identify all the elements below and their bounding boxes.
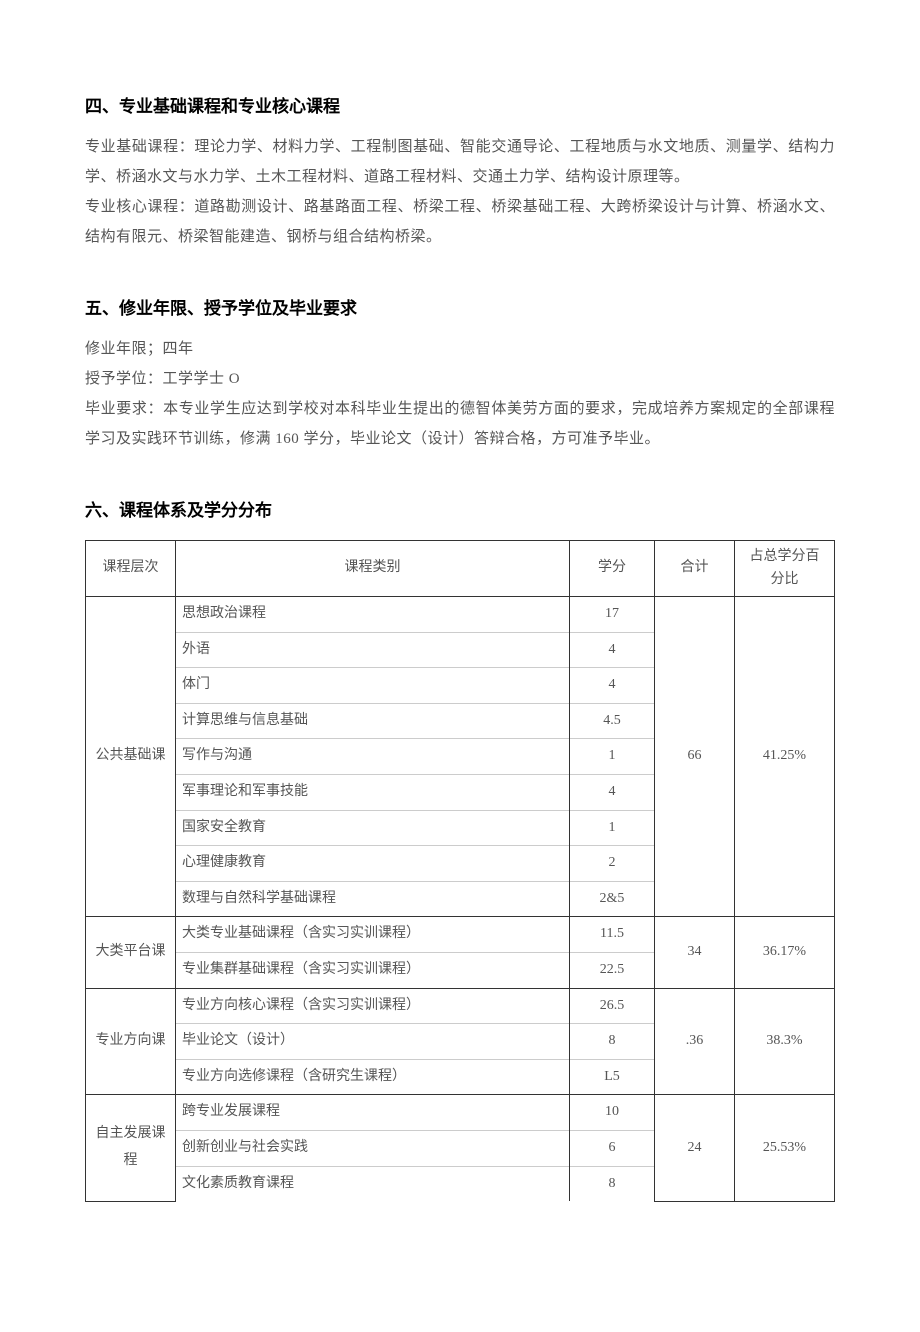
- section-6: 六、课程体系及学分分布 课程层次 课程类别 学分 合计 占总学分百分比 公共基础…: [85, 494, 835, 1202]
- cell-percent: 38.3%: [735, 988, 835, 1095]
- cell-credit: 26.5: [570, 988, 655, 1024]
- th-percent: 占总学分百分比: [735, 541, 835, 597]
- th-total: 合计: [655, 541, 735, 597]
- section-5: 五、修业年限、授予学位及毕业要求 修业年限；四年 授予学位：工学学士 O 毕业要…: [85, 292, 835, 454]
- section-4-p2: 专业核心课程：道路勘测设计、路基路面工程、桥梁工程、桥梁基础工程、大跨桥梁设计与…: [85, 192, 835, 252]
- section-4-heading: 四、专业基础课程和专业核心课程: [85, 90, 835, 124]
- cell-level: 公共基础课: [86, 597, 176, 917]
- section-5-p3: 毕业要求：本专业学生应达到学校对本科毕业生提出的德智体美劳方面的要求，完成培养方…: [85, 394, 835, 454]
- cell-total: 24: [655, 1095, 735, 1201]
- credit-table: 课程层次 课程类别 学分 合计 占总学分百分比 公共基础课思想政治课程17664…: [85, 540, 835, 1202]
- section-5-p2: 授予学位：工学学士 O: [85, 364, 835, 394]
- cell-level: 大类平台课: [86, 917, 176, 988]
- cell-category: 专业方向核心课程（含实习实训课程）: [176, 988, 570, 1024]
- cell-category: 体门: [176, 668, 570, 704]
- cell-credit: 6: [570, 1130, 655, 1166]
- th-category: 课程类别: [176, 541, 570, 597]
- cell-percent: 41.25%: [735, 597, 835, 917]
- cell-level: 自主发展课程: [86, 1095, 176, 1201]
- cell-credit: 2: [570, 846, 655, 882]
- th-credit: 学分: [570, 541, 655, 597]
- cell-credit: 10: [570, 1095, 655, 1131]
- cell-credit: 1: [570, 810, 655, 846]
- cell-credit: 8: [570, 1166, 655, 1201]
- cell-category: 数理与自然科学基础课程: [176, 881, 570, 917]
- section-6-heading: 六、课程体系及学分分布: [85, 494, 835, 528]
- table-row: 专业方向课专业方向核心课程（含实习实训课程）26.5.3638.3%: [86, 988, 835, 1024]
- section-5-heading: 五、修业年限、授予学位及毕业要求: [85, 292, 835, 326]
- cell-category: 心理健康教育: [176, 846, 570, 882]
- cell-credit: 11.5: [570, 917, 655, 953]
- cell-total: .36: [655, 988, 735, 1095]
- cell-credit: 17: [570, 597, 655, 633]
- table-row: 大类平台课大类专业基础课程（含实习实训课程）11.53436.17%: [86, 917, 835, 953]
- cell-credit: 22.5: [570, 952, 655, 988]
- th-level: 课程层次: [86, 541, 176, 597]
- cell-category: 专业集群基础课程（含实习实训课程）: [176, 952, 570, 988]
- cell-category: 计算思维与信息基础: [176, 703, 570, 739]
- cell-category: 军事理论和军事技能: [176, 774, 570, 810]
- cell-category: 创新创业与社会实践: [176, 1130, 570, 1166]
- cell-credit: 4: [570, 774, 655, 810]
- cell-category: 跨专业发展课程: [176, 1095, 570, 1131]
- section-5-p1: 修业年限；四年: [85, 334, 835, 364]
- cell-credit: 1: [570, 739, 655, 775]
- cell-credit: 8: [570, 1024, 655, 1060]
- cell-category: 外语: [176, 632, 570, 668]
- cell-category: 专业方向选修课程（含研究生课程）: [176, 1059, 570, 1095]
- cell-credit: L5: [570, 1059, 655, 1095]
- cell-credit: 4: [570, 668, 655, 704]
- table-header-row: 课程层次 课程类别 学分 合计 占总学分百分比: [86, 541, 835, 597]
- cell-category: 写作与沟通: [176, 739, 570, 775]
- section-4: 四、专业基础课程和专业核心课程 专业基础课程：理论力学、材料力学、工程制图基础、…: [85, 90, 835, 252]
- cell-category: 思想政治课程: [176, 597, 570, 633]
- cell-credit: 4: [570, 632, 655, 668]
- cell-level: 专业方向课: [86, 988, 176, 1095]
- cell-credit: 2&5: [570, 881, 655, 917]
- cell-category: 国家安全教育: [176, 810, 570, 846]
- cell-category: 文化素质教育课程: [176, 1166, 570, 1201]
- cell-percent: 25.53%: [735, 1095, 835, 1201]
- cell-percent: 36.17%: [735, 917, 835, 988]
- table-row: 自主发展课程跨专业发展课程102425.53%: [86, 1095, 835, 1131]
- table-row: 公共基础课思想政治课程176641.25%: [86, 597, 835, 633]
- cell-credit: 4.5: [570, 703, 655, 739]
- cell-total: 66: [655, 597, 735, 917]
- section-4-p1: 专业基础课程：理论力学、材料力学、工程制图基础、智能交通导论、工程地质与水文地质…: [85, 132, 835, 192]
- cell-category: 大类专业基础课程（含实习实训课程）: [176, 917, 570, 953]
- cell-total: 34: [655, 917, 735, 988]
- table-body: 公共基础课思想政治课程176641.25%外语4体门4计算思维与信息基础4.5写…: [86, 597, 835, 1202]
- cell-category: 毕业论文（设计）: [176, 1024, 570, 1060]
